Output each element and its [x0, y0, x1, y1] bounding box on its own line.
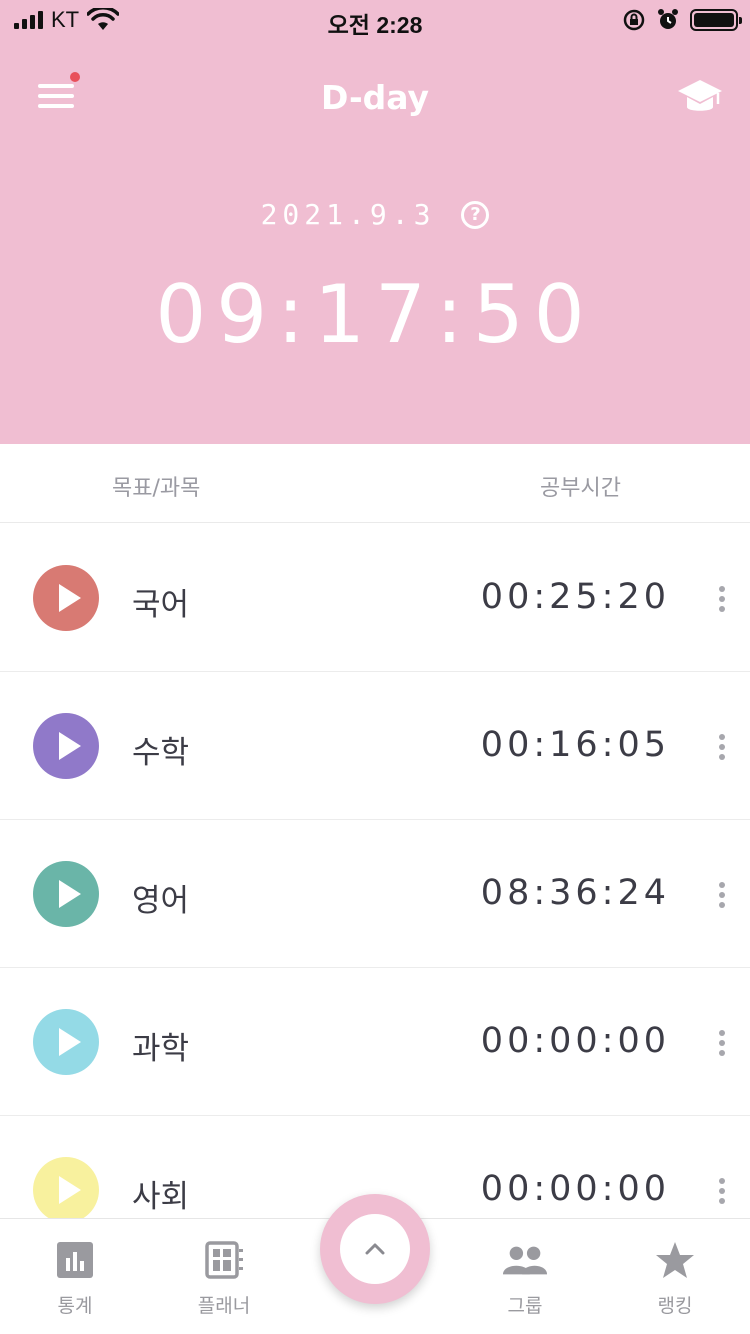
subject-row[interactable]: 과학 00:00:00: [0, 968, 750, 1116]
subject-name: 사회: [132, 1179, 190, 1215]
more-vertical-icon[interactable]: [718, 734, 726, 760]
help-icon[interactable]: ?: [461, 200, 490, 229]
alarm-icon: [658, 9, 678, 29]
dday-date[interactable]: 2021.9.3: [261, 198, 436, 231]
tab-stats-label: 통계: [57, 1295, 93, 1317]
header: KT 오전 2:28 D-day 2021.9.3 ? 09:17:50: [0, 0, 750, 444]
subject-time: 00:16:05: [480, 725, 670, 765]
more-vertical-icon[interactable]: [718, 586, 726, 612]
total-study-time: 09:17:50: [155, 268, 595, 361]
play-button[interactable]: [33, 1157, 99, 1223]
more-vertical-icon[interactable]: [718, 1178, 726, 1204]
group-icon: [502, 1246, 548, 1275]
tab-stats[interactable]: 통계: [20, 1241, 130, 1318]
tab-ranking-label: 랭킹: [657, 1295, 693, 1317]
subject-name: 수학: [132, 735, 190, 771]
subject-name: 국어: [132, 587, 190, 623]
subject-row[interactable]: 영어 08:36:24: [0, 820, 750, 968]
status-bar: KT 오전 2:28: [0, 0, 750, 40]
bar-chart-icon: [57, 1242, 93, 1278]
dday-row: 2021.9.3 ?: [0, 198, 750, 231]
fab-button[interactable]: [320, 1194, 430, 1304]
tab-ranking[interactable]: 랭킹: [620, 1241, 730, 1318]
column-subject-label: 목표/과목: [112, 476, 201, 501]
play-button[interactable]: [33, 565, 99, 631]
column-time-label: 공부시간: [540, 476, 621, 501]
subject-time: 08:36:24: [480, 873, 670, 913]
rotation-lock-icon: [623, 9, 645, 31]
battery-icon: [690, 9, 742, 31]
more-vertical-icon[interactable]: [718, 1030, 726, 1056]
page-title: D-day: [320, 78, 430, 117]
subject-list: 국어 00:25:20 수학 00:16:05 영어 08:36:24 과학 0…: [0, 524, 750, 1264]
subject-time: 00:00:00: [480, 1169, 670, 1209]
play-button[interactable]: [33, 861, 99, 927]
fab-inner: [340, 1214, 410, 1284]
tab-group-label: 그룹: [507, 1295, 543, 1317]
tab-group[interactable]: 그룹: [470, 1241, 580, 1318]
subject-name: 영어: [132, 883, 190, 919]
more-vertical-icon[interactable]: [718, 882, 726, 908]
planner-icon: [205, 1241, 243, 1279]
status-right: [622, 6, 742, 34]
graduation-cap-button[interactable]: [676, 76, 724, 118]
chevron-up-icon: [365, 1243, 385, 1255]
subject-time: 00:00:00: [480, 1021, 670, 1061]
subject-row[interactable]: 수학 00:16:05: [0, 672, 750, 820]
star-icon: [656, 1242, 694, 1278]
subject-time: 00:25:20: [480, 577, 670, 617]
tab-planner-label: 플래너: [197, 1295, 251, 1317]
column-header: 목표/과목 공부시간: [0, 446, 750, 523]
play-button[interactable]: [33, 713, 99, 779]
subject-name: 과학: [132, 1031, 190, 1067]
play-button[interactable]: [33, 1009, 99, 1075]
subject-row[interactable]: 국어 00:25:20: [0, 524, 750, 672]
tab-planner[interactable]: 플래너: [169, 1241, 279, 1318]
graduation-cap-icon: [678, 80, 722, 111]
